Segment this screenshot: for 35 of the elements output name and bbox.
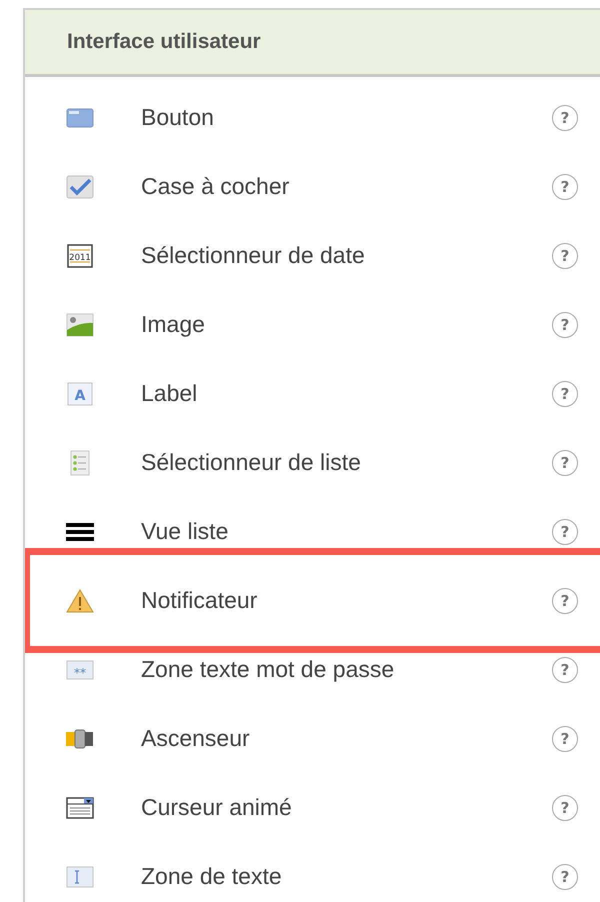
help-button[interactable]: ? (552, 656, 578, 682)
palette-item[interactable]: 2011 Sélectionneur de date ? (25, 221, 600, 290)
item-label: Zone de texte (141, 863, 283, 890)
item-label: Notificateur (141, 587, 258, 614)
item-label: Ascenseur (141, 725, 251, 752)
help-button[interactable]: ? (552, 794, 578, 820)
help-button[interactable]: ? (552, 104, 578, 130)
palette-item[interactable]: Ascenseur ? (25, 704, 600, 773)
help-button[interactable]: ? (552, 380, 578, 406)
item-label: Curseur animé (141, 794, 293, 821)
item-label: Label (141, 380, 198, 407)
help-button[interactable]: ? (552, 242, 578, 268)
help-button[interactable]: ? (552, 174, 578, 200)
palette-item[interactable]: A Label ? (25, 359, 600, 428)
palette-item[interactable]: Image ? (25, 290, 600, 359)
help-button[interactable]: ? (552, 518, 578, 544)
item-label: Zone texte mot de passe (141, 656, 396, 683)
palette-item[interactable]: Zone de texte ? (25, 842, 600, 902)
help-button[interactable]: ? (552, 312, 578, 338)
item-label: Case à cocher (141, 173, 290, 200)
help-button[interactable]: ? (552, 864, 578, 890)
help-button[interactable]: ? (552, 450, 578, 476)
palette-item[interactable]: Notificateur ? (25, 548, 600, 653)
panel-title: Interface utilisateur (67, 30, 261, 54)
item-label: Sélectionneur de date (141, 242, 366, 269)
palette-item[interactable]: Curseur animé ? (25, 773, 600, 842)
help-button[interactable]: ? (552, 726, 578, 752)
item-label: Sélectionneur de liste (141, 449, 362, 476)
item-label: Image (141, 311, 206, 338)
palette-item[interactable]: Case à cocher ? (25, 152, 600, 221)
palette-item[interactable]: Sélectionneur de liste ? (25, 428, 600, 497)
palette-item[interactable]: Bouton ? (25, 83, 600, 152)
item-label: Vue liste (141, 518, 230, 545)
help-button[interactable]: ? (552, 588, 578, 614)
item-label: Bouton (141, 104, 215, 131)
